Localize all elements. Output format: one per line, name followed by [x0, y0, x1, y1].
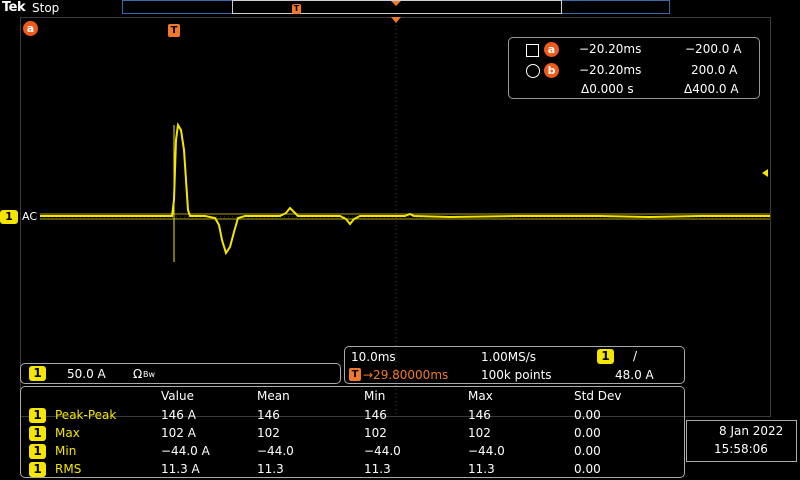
measurement-source-badge: 1: [29, 444, 46, 459]
measurement-mean: 11.3: [257, 462, 284, 476]
measurement-value: 11.3 A: [161, 462, 200, 476]
measurement-name: Max: [55, 426, 80, 440]
cursor-b-value: 200.0 A: [691, 63, 738, 77]
date-display: 8 Jan 2022: [719, 424, 784, 438]
time-display: 15:58:06: [714, 442, 768, 456]
measurement-stddev: 0.00: [574, 426, 601, 440]
col-stddev-header: Std Dev: [574, 389, 622, 403]
cursor-b-label: b: [544, 63, 559, 78]
cursor-delta-value: Δ400.0 A: [684, 82, 739, 96]
cursor-a-value: −200.0 A: [685, 42, 742, 56]
channel-1-scale-badge: 1: [29, 366, 46, 381]
measurement-min: 11.3: [364, 462, 391, 476]
vertical-scale: 50.0 A: [67, 367, 106, 381]
trigger-position-badge: T: [349, 368, 361, 381]
measurement-name: RMS: [55, 462, 82, 476]
trigger-position: →29.80000ms: [363, 368, 449, 382]
measurements-panel[interactable]: Value Mean Min Max Std Dev 1 Peak-Peak 1…: [20, 386, 685, 478]
measurement-row[interactable]: 1 Peak-Peak 146 A 146 146 146 0.00: [21, 407, 681, 425]
datetime-panel[interactable]: 8 Jan 2022 15:58:06: [686, 420, 797, 462]
timebase-panel[interactable]: 10.0ms 1.00MS/s 1 / T →29.80000ms 100k p…: [344, 346, 685, 384]
sample-rate: 1.00MS/s: [481, 350, 536, 364]
col-max-header: Max: [468, 389, 493, 403]
col-mean-header: Mean: [257, 389, 290, 403]
measurement-source-badge: 1: [29, 426, 46, 441]
measurement-mean: 146: [257, 408, 280, 422]
record-length: 100k points: [481, 368, 552, 382]
cursor-delta-time: Δ0.000 s: [581, 82, 634, 96]
measurement-max: 102: [468, 426, 491, 440]
measurement-mean: 102: [257, 426, 280, 440]
impedance-icon: Ω: [133, 367, 143, 381]
col-value-header: Value: [161, 389, 194, 403]
record-trigger-arrow: [391, 1, 401, 6]
measurement-min: 102: [364, 426, 387, 440]
measurement-row[interactable]: 1 RMS 11.3 A 11.3 11.3 11.3 0.00: [21, 461, 681, 479]
measurement-max: −44.0: [468, 444, 505, 458]
trigger-level-arrow: [762, 169, 768, 177]
measurement-value: 102 A: [161, 426, 196, 440]
measurement-row[interactable]: 1 Max 102 A 102 102 102 0.00: [21, 425, 681, 443]
cursor-a-marker[interactable]: a: [23, 21, 38, 36]
measurement-min: −44.0: [364, 444, 401, 458]
measurement-max: 146: [468, 408, 491, 422]
trigger-source-badge: 1: [597, 349, 614, 364]
cursor-b-time: −20.20ms: [579, 63, 642, 77]
measurement-name: Peak-Peak: [55, 408, 117, 422]
measurement-name: Min: [55, 444, 77, 458]
trigger-level: 48.0 A: [615, 368, 654, 382]
horizontal-scale: 10.0ms: [351, 350, 396, 364]
square-cursor-icon: [526, 44, 539, 57]
measurement-stddev: 0.00: [574, 444, 601, 458]
col-min-header: Min: [364, 389, 386, 403]
channel-1-badge[interactable]: 1: [0, 210, 18, 224]
measurement-min: 146: [364, 408, 387, 422]
circle-cursor-icon: [526, 64, 540, 78]
measurement-value: 146 A: [161, 408, 196, 422]
cursor-a-label: a: [544, 42, 559, 57]
channel-scale-panel[interactable]: 1 50.0 A Ω Bᴡ: [20, 363, 341, 384]
cursor-a-time: −20.20ms: [579, 42, 642, 56]
bandwidth-limit-icon: Bᴡ: [143, 370, 156, 379]
measurement-value: −44.0 A: [161, 444, 210, 458]
measurement-max: 11.3: [468, 462, 495, 476]
measurement-source-badge: 1: [29, 462, 46, 477]
trigger-marker[interactable]: T: [168, 24, 180, 37]
trigger-slope-icon: /: [633, 349, 638, 363]
measurement-row[interactable]: 1 Min −44.0 A −44.0 −44.0 −44.0 0.00: [21, 443, 681, 461]
cursor-readout-panel[interactable]: a −20.20ms −200.0 A b −20.20ms 200.0 A Δ…: [508, 37, 760, 99]
measurement-stddev: 0.00: [574, 408, 601, 422]
trigger-position-arrow: [391, 17, 401, 23]
record-trigger-marker: T: [292, 4, 301, 14]
coupling-label: AC: [22, 210, 38, 223]
measurement-source-badge: 1: [29, 408, 46, 423]
measurement-stddev: 0.00: [574, 462, 601, 476]
measurement-mean: −44.0: [257, 444, 294, 458]
channel-1-trace: [40, 122, 770, 256]
